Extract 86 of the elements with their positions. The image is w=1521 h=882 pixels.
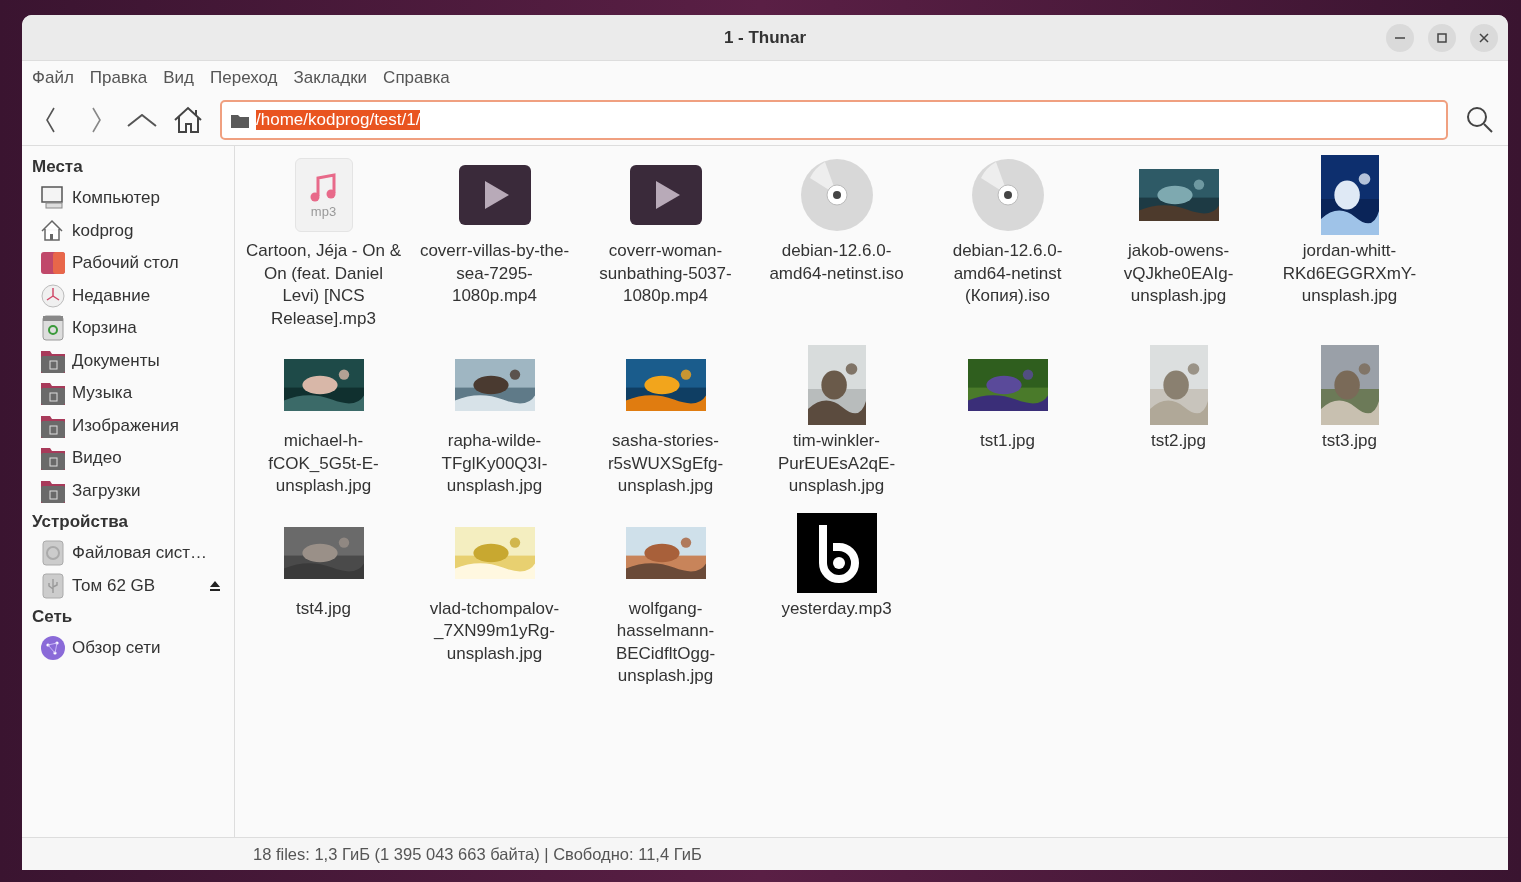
sidebar-item[interactable]: Музыка: [32, 377, 227, 410]
file-item[interactable]: tst4.jpg: [238, 511, 409, 688]
file-name: debian-12.6.0-amd64-netinst (Копия).iso: [951, 240, 1064, 307]
audio-file-icon: mp3: [294, 158, 353, 232]
sidebar-item[interactable]: Обзор сети: [32, 632, 227, 665]
clock-icon: [40, 282, 66, 309]
file-name: rapha-wilde-TFglKy00Q3I-unsplash.jpg: [440, 430, 549, 497]
computer-icon: [40, 185, 66, 212]
video-file-icon: [629, 165, 702, 225]
maximize-button[interactable]: [1428, 24, 1456, 52]
file-name: debian-12.6.0-amd64-netinst.iso: [768, 240, 905, 285]
file-item[interactable]: tst1.jpg: [922, 344, 1093, 498]
file-name: wolfgang-hasselmann-BECidfltOgg-unsplash.jpg: [614, 597, 717, 687]
file-name: tst2.jpg: [1150, 430, 1207, 452]
file-item[interactable]: tst2.jpg: [1093, 344, 1264, 498]
sidebar-item[interactable]: kodprog: [32, 214, 227, 247]
file-item[interactable]: tim-winkler-PurEUEsA2qE-unsplash.jpg: [751, 344, 922, 498]
sidebar-item[interactable]: Корзина: [32, 312, 227, 345]
network-icon: [40, 635, 66, 662]
file-name: michael-h-fCOK_5G5t-E-unsplash.jpg: [267, 430, 380, 497]
location-field[interactable]: /home/kodprog/test/1/: [220, 100, 1448, 140]
file-item[interactable]: michael-h-fCOK_5G5t-E-unsplash.jpg: [238, 344, 409, 498]
menu-item[interactable]: Правка: [81, 64, 156, 92]
eject-icon[interactable]: [209, 579, 221, 592]
file-item[interactable]: debian-12.6.0-amd64-netinst (Копия).iso: [922, 154, 1093, 330]
search-icon: [1465, 105, 1495, 135]
sidebar-item[interactable]: Изображения: [32, 409, 227, 442]
file-name: sasha-stories-r5sWUXSgEfg-unsplash.jpg: [606, 430, 725, 497]
file-item[interactable]: mp3 Cartoon, Jéja - On & On (feat. Daniel Levi) [NCS Release].mp3: [238, 154, 409, 330]
file-item[interactable]: debian-12.6.0-amd64-netinst.iso: [751, 154, 922, 330]
file-name: jakob-owens-vQJkhe0EAIg-unsplash.jpg: [1122, 240, 1235, 307]
section-heading: Места: [32, 156, 84, 178]
file-item[interactable]: rapha-wilde-TFglKy00Q3I-unsplash.jpg: [409, 344, 580, 498]
chevron-up-icon: [127, 113, 157, 127]
file-item[interactable]: vlad-tchompalov-_7XN99m1yRg-unsplash.jpg: [409, 511, 580, 688]
file-name: yesterday.mp3: [780, 597, 893, 620]
file-item[interactable]: coverr-villas-by-the-sea-7295-1080p.mp4: [409, 154, 580, 330]
disc-image-icon: [970, 158, 1045, 232]
menu-item[interactable]: Вид: [155, 64, 202, 92]
maximize-icon: [1435, 31, 1449, 45]
file-name: vlad-tchompalov-_7XN99m1yRg-unsplash.jpg: [428, 597, 561, 665]
menu-item[interactable]: Переход: [202, 64, 286, 92]
minimize-icon: [1395, 37, 1405, 39]
close-button[interactable]: [1470, 24, 1498, 52]
sidebar-item[interactable]: Недавние: [32, 279, 227, 312]
menu-item[interactable]: Закладки: [285, 64, 376, 92]
sidebar-item[interactable]: Рабочий стол: [32, 247, 227, 280]
file-name: Cartoon, Jéja - On & On (feat. Daniel Levi) [NCS Release].mp3: [245, 240, 402, 330]
disc-image-icon: [799, 158, 874, 232]
trash-icon: [40, 315, 66, 342]
file-name: coverr-woman-sunbathing-5037-1080p.mp4: [598, 240, 733, 307]
sidebar-item[interactable]: Том 62 GB: [32, 569, 227, 602]
file-item[interactable]: yesterday.mp3: [751, 511, 922, 688]
file-name: tim-winkler-PurEUEsA2qE-unsplash.jpg: [776, 430, 897, 497]
sidebar-item[interactable]: Компьютер: [32, 182, 227, 215]
folder-icon: [40, 380, 66, 407]
sidebar-item[interactable]: Видео: [32, 442, 227, 475]
chevron-left-icon: [45, 107, 55, 133]
file-name: tst1.jpg: [979, 430, 1036, 452]
file-item[interactable]: jordan-whitt-RKd6EGGRXmY-unsplash.jpg: [1264, 154, 1435, 330]
menu-item[interactable]: Справка: [375, 64, 458, 92]
status-text: 18 files: 1,3 ГиБ (1 395 043 663 байта) | Свободно: 11,4 ГиБ: [253, 844, 702, 864]
sidebar-item[interactable]: Файловая сист…: [32, 537, 227, 570]
file-name: jordan-whitt-RKd6EGGRXmY-unsplash.jpg: [1281, 240, 1418, 307]
desktop-icon: [40, 250, 66, 277]
file-name: tst3.jpg: [1321, 430, 1378, 452]
chevron-right-icon: [91, 107, 101, 133]
section-heading: Устройства: [32, 511, 129, 533]
window-title: 1 - Thunar: [723, 27, 807, 48]
usb-drive-icon: [40, 572, 66, 599]
menu-item[interactable]: Файл: [24, 64, 82, 92]
file-item[interactable]: jakob-owens-vQJkhe0EAIg-unsplash.jpg: [1093, 154, 1264, 330]
file-name: tst4.jpg: [295, 597, 352, 620]
video-file-icon: [458, 165, 531, 225]
sidebar-item[interactable]: Документы: [32, 344, 227, 377]
file-item[interactable]: tst3.jpg: [1264, 344, 1435, 498]
file-item[interactable]: sasha-stories-r5sWUXSgEfg-unsplash.jpg: [580, 344, 751, 498]
section-heading: Сеть: [32, 606, 74, 628]
file-name: coverr-villas-by-the-sea-7295-1080p.mp4: [418, 240, 571, 307]
file-item[interactable]: coverr-woman-sunbathing-5037-1080p.mp4: [580, 154, 751, 330]
sidebar-item[interactable]: Загрузки: [32, 474, 227, 507]
folder-icon: [40, 445, 66, 472]
file-item[interactable]: wolfgang-hasselmann-BECidfltOgg-unsplash.jpg: [580, 511, 751, 688]
close-icon: [1477, 31, 1491, 45]
path-text: /home/kodprog/test/1/: [256, 110, 421, 130]
minimize-button[interactable]: [1386, 24, 1414, 52]
